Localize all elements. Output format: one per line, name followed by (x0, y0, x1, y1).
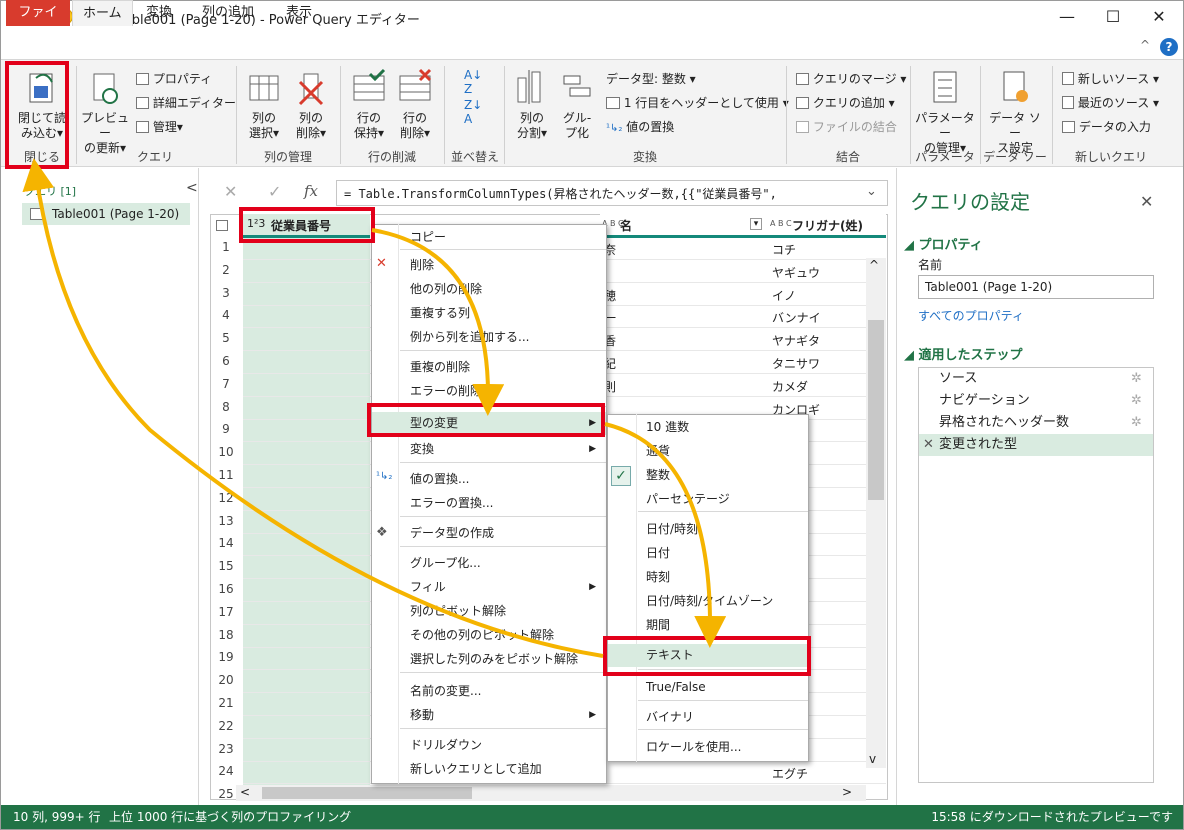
arrow-text-to-close-load (22, 158, 604, 658)
arrow-header-to-change-type (371, 228, 505, 416)
arrow-change-type-to-text (604, 422, 727, 648)
annotation-arrows (22, 158, 727, 658)
